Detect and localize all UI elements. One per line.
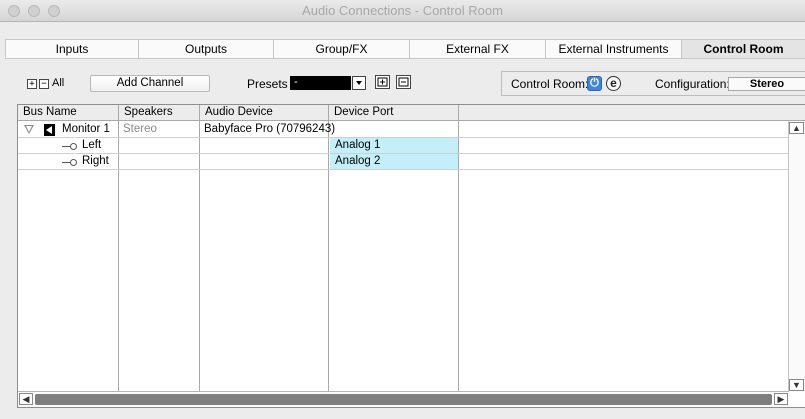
tab-group-fx[interactable]: Group/FX: [274, 40, 410, 58]
tab-external-instruments[interactable]: External Instruments: [546, 40, 682, 58]
audio-device-cell[interactable]: Babyface Pro (70796243): [204, 122, 335, 137]
plus-box-icon[interactable]: +: [27, 79, 37, 89]
all-label: All: [52, 77, 65, 89]
column-header-bus-name[interactable]: Bus Name: [18, 105, 118, 120]
horizontal-scroll-thumb[interactable]: [35, 394, 772, 405]
tab-inputs[interactable]: Inputs: [6, 40, 139, 58]
configuration-label: Configuration:: [655, 77, 730, 91]
store-preset-icon[interactable]: [375, 75, 390, 89]
column-divider: [118, 105, 119, 391]
tab-outputs[interactable]: Outputs: [139, 40, 274, 58]
disclosure-triangle-icon[interactable]: [24, 125, 34, 134]
title-bar: Audio Connections - Control Room: [0, 0, 805, 22]
column-header-speakers[interactable]: Speakers: [119, 105, 199, 120]
bus-name-cell[interactable]: Right: [82, 154, 109, 169]
vertical-scrollbar[interactable]: ▲ ▼: [788, 121, 805, 392]
scroll-up-arrow-icon[interactable]: ▲: [789, 122, 804, 134]
column-header-device-port[interactable]: Device Port: [329, 105, 457, 120]
remove-preset-icon[interactable]: [396, 75, 411, 89]
scroll-right-arrow-icon[interactable]: ▶: [774, 393, 788, 405]
bus-table: Bus Name Speakers Audio Device Device Po…: [17, 104, 805, 408]
power-icon[interactable]: ⏻: [587, 76, 602, 91]
speaker-icon: [44, 124, 55, 136]
speakers-cell[interactable]: Stereo: [123, 122, 157, 137]
presets-label: Presets: [247, 77, 288, 91]
column-divider: [458, 105, 459, 391]
column-header-audio-device[interactable]: Audio Device: [200, 105, 328, 120]
device-port-cell[interactable]: Analog 2: [330, 154, 458, 169]
table-header: Bus Name Speakers Audio Device Device Po…: [18, 105, 805, 121]
presets-field[interactable]: -: [290, 76, 351, 90]
horizontal-scrollbar[interactable]: ◀ ▶: [18, 391, 789, 407]
control-room-label: Control Room:: [511, 77, 589, 91]
bus-name-cell[interactable]: Monitor 1: [62, 122, 110, 137]
add-channel-button[interactable]: Add Channel: [90, 75, 210, 92]
minus-box-icon[interactable]: −: [39, 79, 49, 89]
edit-e-icon[interactable]: e: [606, 76, 621, 91]
scroll-down-arrow-icon[interactable]: ▼: [789, 379, 804, 391]
bus-name-cell[interactable]: Left: [82, 138, 101, 153]
scroll-left-arrow-icon[interactable]: ◀: [19, 393, 33, 405]
port-connector-icon: [62, 143, 77, 150]
device-port-cell[interactable]: Analog 1: [330, 138, 458, 153]
window-title: Audio Connections - Control Room: [302, 3, 503, 18]
configuration-select[interactable]: Stereo: [728, 77, 805, 91]
port-connector-icon: [62, 159, 77, 166]
column-header-empty: [459, 105, 789, 120]
tab-control-room[interactable]: Control Room: [682, 40, 805, 58]
tab-external-fx[interactable]: External FX: [410, 40, 546, 58]
column-divider: [199, 105, 200, 391]
tab-bar: Inputs Outputs Group/FX External FX Exte…: [5, 39, 805, 59]
column-divider: [328, 105, 329, 391]
presets-dropdown-button[interactable]: [352, 76, 366, 90]
row-divider: [18, 169, 789, 170]
